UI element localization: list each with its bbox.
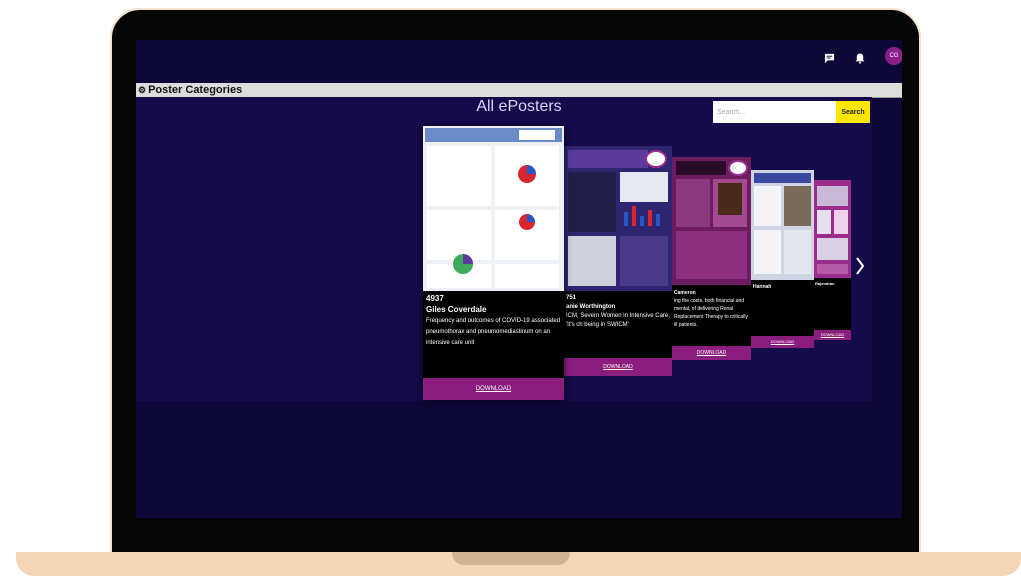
download-link[interactable]: DOWNLOAD — [814, 330, 851, 340]
poster-thumbnail[interactable] — [814, 180, 851, 278]
laptop-screen: CG ⚙ Poster Categories All ePosters Sear… — [136, 40, 902, 518]
poster-id: 751 — [566, 295, 577, 301]
poster-card[interactable]: 751 anie Worthington ICM, Severn Women i… — [564, 146, 672, 376]
gear-icon: ⚙ — [138, 84, 147, 95]
poster-info: 751 anie Worthington ICM, Severn Women i… — [564, 294, 672, 330]
poster-title: ing the costs, both financial and mental… — [674, 298, 748, 328]
poster-author: Hannah — [753, 284, 772, 290]
top-bar: CG — [136, 40, 902, 80]
poster-thumbnail[interactable] — [751, 170, 814, 280]
poster-thumbnail[interactable] — [672, 157, 751, 285]
poster-author: Cameron — [674, 290, 696, 296]
bell-icon[interactable] — [850, 48, 870, 68]
poster-author: Giles Coverdale — [426, 305, 487, 314]
search-input[interactable] — [713, 101, 836, 123]
poster-categories-label: Poster Categories — [148, 84, 243, 96]
poster-thumbnail[interactable] — [423, 126, 564, 291]
download-link[interactable]: DOWNLOAD — [564, 358, 672, 376]
poster-card[interactable]: Rajendran DOWNLOAD — [814, 180, 851, 340]
search-button[interactable]: Search — [836, 101, 870, 123]
poster-thumbnail[interactable] — [564, 146, 672, 291]
poster-author: anie Worthington — [566, 304, 616, 310]
poster-author: Rajendran — [815, 281, 835, 286]
poster-info: Cameron ing the costs, both financial an… — [672, 289, 751, 329]
poster-info: Rajendran — [814, 281, 851, 287]
laptop-notch — [452, 552, 570, 565]
poster-title: Frequency and outcomes of COVID-19 assoc… — [426, 318, 561, 346]
poster-card[interactable]: Cameron ing the costs, both financial an… — [672, 157, 751, 360]
poster-card[interactable]: Hannah DOWNLOAD — [751, 170, 814, 348]
poster-info: 4937 Giles Coverdale Frequency and outco… — [423, 294, 564, 349]
poster-card[interactable]: 4937 Giles Coverdale Frequency and outco… — [423, 126, 564, 400]
chat-icon[interactable] — [819, 48, 839, 68]
download-link[interactable]: DOWNLOAD — [672, 346, 751, 360]
poster-id: 4937 — [426, 294, 444, 303]
chevron-right-icon[interactable] — [852, 254, 868, 278]
poster-title: ICM, Severn Women in Intensive Care, 'It… — [566, 313, 670, 328]
poster-info: Hannah — [751, 284, 814, 291]
download-link[interactable]: DOWNLOAD — [751, 336, 814, 348]
download-link[interactable]: DOWNLOAD — [423, 378, 564, 400]
user-avatar[interactable]: CG — [885, 47, 902, 65]
